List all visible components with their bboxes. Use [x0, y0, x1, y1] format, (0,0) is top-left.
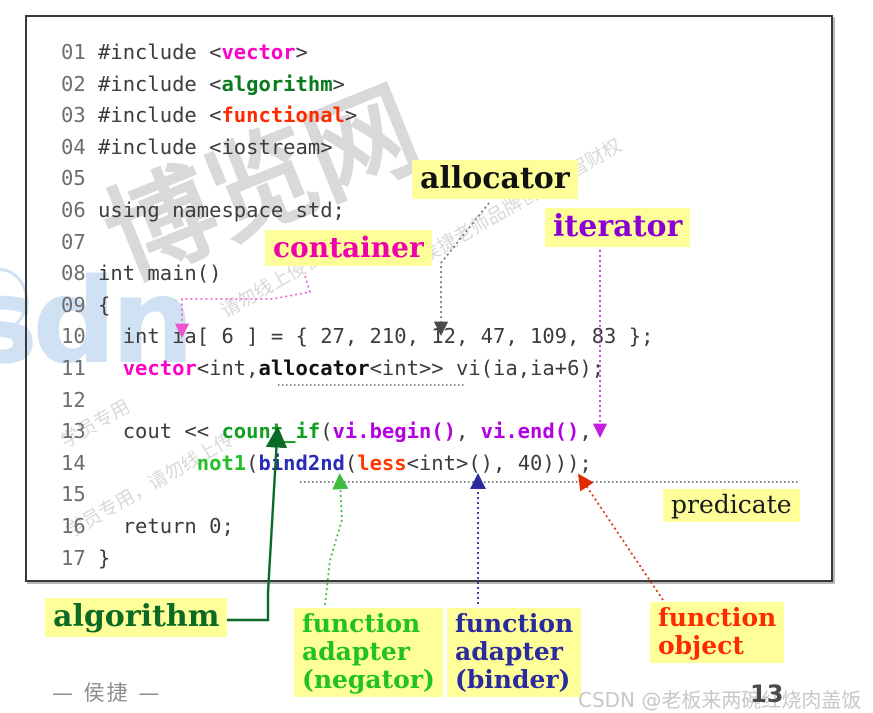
line-number: 16: [61, 513, 99, 538]
code-token: (: [246, 450, 259, 475]
code-line: 15: [61, 479, 653, 511]
code-token: #include <: [98, 40, 222, 64]
code-token: <int>(), 40)));: [406, 450, 592, 475]
line-number: 08: [61, 261, 99, 286]
code-line: 04 #include <iostream>: [61, 132, 653, 164]
label-iterator: iterator: [545, 208, 691, 247]
label-function-adapter-negator: function adapter (negator): [294, 608, 443, 697]
code-token: <int,: [196, 355, 259, 380]
watermark-ellipse: [0, 268, 28, 332]
code-line: 13 cout << count_if(vi.begin(), vi.end()…: [61, 416, 653, 448]
code-token: vector: [122, 355, 197, 380]
slide-author-footer: — 侯捷 —: [52, 681, 162, 705]
code-token: <int>> vi(ia,ia+6);: [369, 355, 605, 380]
code-token: #include <: [98, 71, 222, 96]
code-token: #include <iostream>: [98, 134, 333, 159]
line-number: 17: [61, 545, 99, 570]
code-token: functional: [221, 103, 345, 128]
label-algorithm: algorithm: [45, 598, 228, 637]
code-token: {: [98, 292, 111, 317]
code-line: 03 #include <functional>: [61, 100, 653, 132]
page-number: 13: [750, 680, 784, 708]
label-function-adapter-binder: function adapter (binder): [447, 608, 582, 697]
code-token: >: [332, 71, 345, 96]
line-number: 01: [61, 40, 99, 64]
code-token: (: [320, 419, 333, 444]
code-lines: 01 #include <vector> 02 #include <algorit…: [61, 37, 653, 574]
code-line: 09 {: [61, 290, 653, 322]
code-token: int main(): [98, 261, 222, 286]
slide-canvas: sdn 博览网 学员专用，请勿线上传 请勿线上侵害 侯捷老师品牌创意与智财权 学…: [0, 0, 873, 713]
code-token: algorithm: [221, 71, 333, 96]
label-function-object: function object: [650, 602, 785, 663]
code-token: }: [98, 545, 111, 570]
code-token: vi.begin(): [332, 419, 456, 444]
label-predicate: predicate: [663, 489, 800, 522]
code-token: cout <<: [98, 419, 222, 444]
line-number: 14: [61, 450, 99, 475]
code-token: return 0;: [98, 513, 234, 538]
code-token: >: [295, 40, 308, 64]
line-number: 07: [61, 229, 99, 254]
code-token: vector: [221, 40, 296, 64]
line-number: 10: [61, 324, 99, 349]
code-token: count_if: [221, 419, 321, 444]
code-line: 17 }: [61, 543, 653, 575]
code-token: ,: [579, 419, 592, 444]
line-number: 05: [61, 166, 99, 191]
code-line: 01 #include <vector>: [61, 37, 653, 69]
label-container: container: [265, 230, 432, 267]
line-number: 15: [61, 482, 99, 507]
code-line: 16 return 0;: [61, 511, 653, 543]
label-allocator: allocator: [412, 160, 578, 199]
line-number: 04: [61, 134, 99, 159]
csdn-watermark-text: CSDN @老板来两碗红烧肉盖饭: [578, 688, 862, 712]
line-number: 12: [61, 387, 99, 412]
code-token: ,: [455, 419, 481, 444]
code-line: 12: [61, 385, 653, 417]
code-token: not1: [196, 450, 247, 475]
line-number: 09: [61, 292, 99, 317]
code-token: >: [344, 103, 358, 128]
code-line: 10 int ia[ 6 ] = { 27, 210, 12, 47, 109,…: [61, 321, 653, 353]
code-token: int ia[ 6 ] = { 27, 210, 12, 47, 109, 83…: [98, 324, 654, 349]
code-line: 11 vector<int,allocator<int>> vi(ia,ia+6…: [61, 353, 653, 385]
code-token: #include <: [98, 103, 222, 128]
code-token: less: [357, 450, 407, 475]
line-number: 02: [61, 71, 99, 96]
line-number: 06: [61, 197, 99, 222]
line-number: 03: [61, 103, 99, 128]
code-token: bind2nd: [258, 450, 345, 475]
code-token: vi.end(): [480, 419, 580, 444]
code-line: 14 not1(bind2nd(less<int>(), 40)));: [61, 448, 653, 480]
code-line: 02 #include <algorithm>: [61, 69, 653, 101]
code-token: using namespace std;: [98, 197, 345, 222]
code-token: (: [344, 450, 358, 475]
line-number: 11: [61, 355, 99, 380]
code-token: allocator: [258, 355, 370, 380]
line-number: 13: [61, 419, 99, 444]
